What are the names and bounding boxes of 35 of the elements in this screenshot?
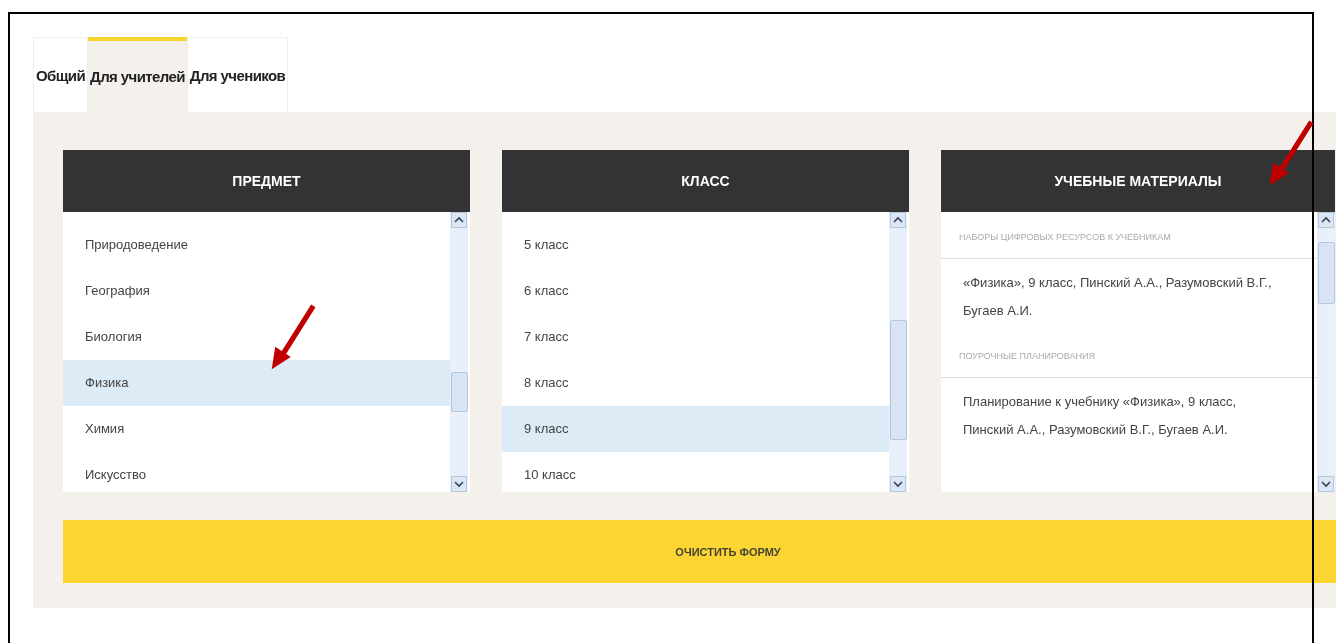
list-item[interactable]: Физика	[63, 360, 450, 406]
scrollbar-thumb[interactable]	[451, 372, 468, 412]
column-header: УЧЕБНЫЕ МАТЕРИАЛЫ	[941, 150, 1335, 212]
list-item[interactable]: Природоведение	[63, 222, 450, 268]
tab[interactable]: Для учеников	[186, 37, 289, 112]
tab[interactable]: Общий	[33, 37, 89, 112]
scroll-up-icon[interactable]	[1318, 212, 1334, 228]
list-item[interactable]: 5 класс	[502, 222, 889, 268]
list-item[interactable]: Химия	[63, 406, 450, 452]
list-item[interactable]: 6 класс	[502, 268, 889, 314]
group-title: НАБОРЫ ЦИФРОВЫХ РЕСУРСОВ К УЧЕБНИКАМ	[941, 222, 1317, 259]
scroll-up-icon[interactable]	[451, 212, 467, 228]
list-item[interactable]: 10 класс	[502, 452, 889, 492]
list-item[interactable]: 8 класс	[502, 360, 889, 406]
list-item[interactable]: 9 класс	[502, 406, 889, 452]
scrollbar[interactable]	[450, 212, 468, 492]
list-item[interactable]: 7 класс	[502, 314, 889, 360]
column-header: ПРЕДМЕТ	[63, 150, 470, 212]
list-item[interactable]: Искусство	[63, 452, 450, 492]
scroll-down-icon[interactable]	[451, 476, 467, 492]
scrollbar-thumb[interactable]	[1318, 242, 1335, 304]
column-header: КЛАСС	[502, 150, 909, 212]
scrollbar[interactable]	[1317, 212, 1335, 492]
scrollbar-thumb[interactable]	[890, 320, 907, 440]
group-title: ПОУРОЧНЫЕ ПЛАНИРОВАНИЯ	[941, 341, 1317, 378]
list-item[interactable]: География	[63, 268, 450, 314]
scroll-down-icon[interactable]	[890, 476, 906, 492]
list-item[interactable]: Биология	[63, 314, 450, 360]
scrollbar[interactable]	[889, 212, 907, 492]
scroll-down-icon[interactable]	[1318, 476, 1334, 492]
scroll-up-icon[interactable]	[890, 212, 906, 228]
material-link[interactable]: «Физика», 9 класс, Пинский А.А., Разумовский В.Г., Бугаев А.И.	[941, 259, 1317, 341]
material-link[interactable]: Планирование к учебнику «Физика», 9 класс, Пинский А.А., Разумовский В.Г., Бугаев А.И.	[941, 378, 1317, 460]
tab[interactable]: Для учителей	[88, 37, 187, 112]
clear-form-button[interactable]: ОЧИСТИТЬ ФОРМУ	[63, 520, 1336, 583]
